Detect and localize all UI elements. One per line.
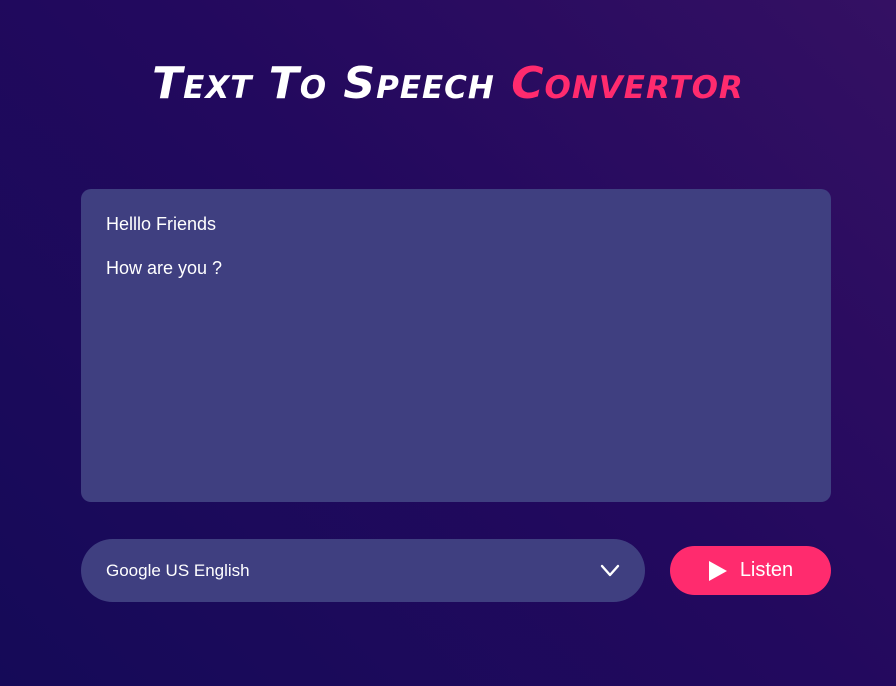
play-icon	[708, 560, 727, 581]
voice-select[interactable]: Google US English	[81, 539, 645, 602]
title-part-1: Text To Speech	[152, 58, 495, 109]
text-line: Helllo Friends	[106, 214, 217, 234]
voice-select-value: Google US English	[106, 560, 250, 580]
text-line: How are you ?	[106, 258, 223, 278]
chevron-down-icon	[600, 564, 620, 577]
listen-button[interactable]: Listen	[670, 546, 831, 595]
page-title: Text To Speech Convertor	[0, 52, 896, 116]
title-part-2: Convertor	[511, 58, 744, 109]
text-input-area[interactable]: Helllo Friends How are you ?	[81, 189, 831, 502]
listen-button-label: Listen	[739, 559, 794, 581]
